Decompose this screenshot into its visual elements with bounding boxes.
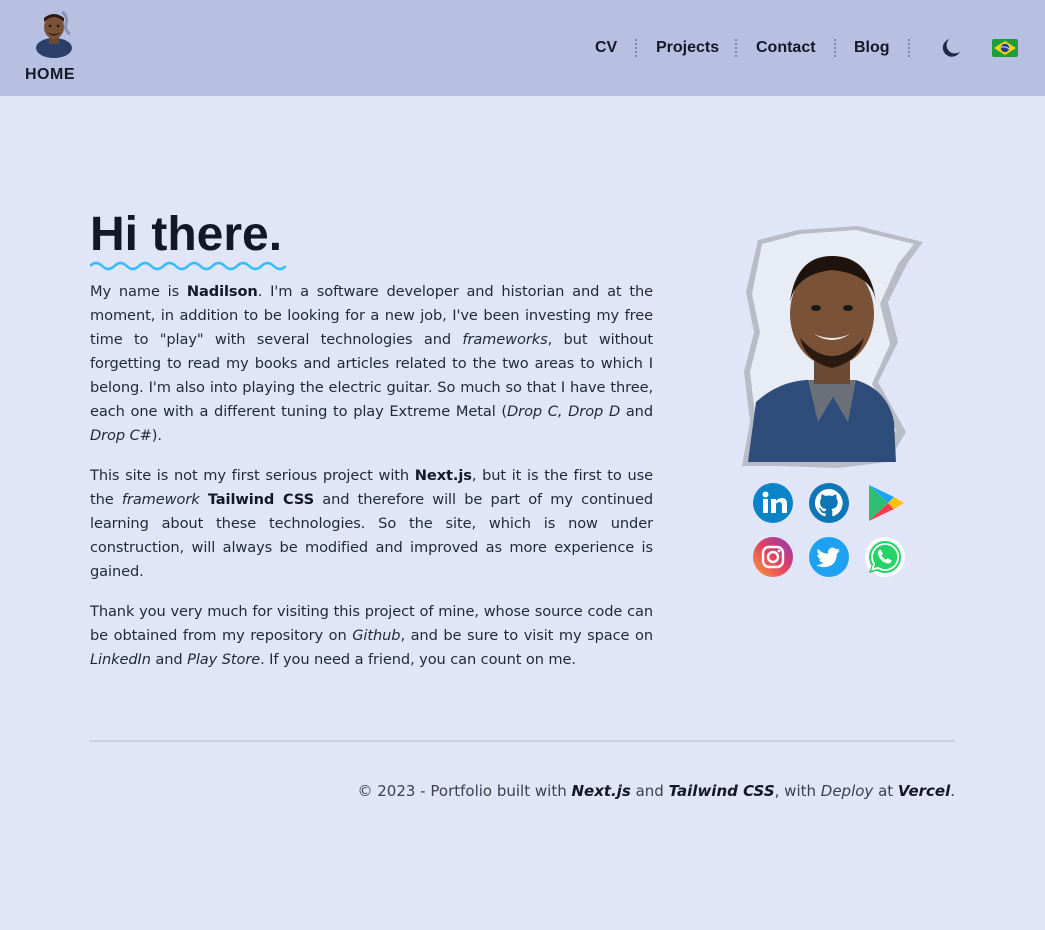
nav-contact[interactable]: Contact [756,36,816,60]
hero-title: Hi there. [90,208,283,261]
bio-paragraph-2: This site is not my first serious projec… [90,467,653,580]
nav-separator [635,39,637,57]
wavy-underline [90,261,286,271]
linkedin-icon[interactable] [752,482,794,524]
nav-separator [908,39,910,57]
twitter-icon[interactable] [808,536,850,578]
site-footer: © 2023 - Portfolio built with Next.js an… [357,782,956,800]
vercel-link[interactable]: Vercel [898,782,950,800]
whatsapp-icon[interactable] [864,536,906,578]
main-nav: CV Projects Contact Blog [0,36,1045,60]
instagram-icon[interactable] [752,536,794,578]
home-label: HOME [25,66,75,83]
nextjs-link[interactable]: Next.js [571,782,630,800]
nav-projects[interactable]: Projects [656,36,719,60]
footer-divider [90,740,955,742]
tailwind-link[interactable]: Tailwind CSS [669,782,775,800]
bio-paragraph-1: My name is Nadilson. I'm a software deve… [90,283,653,444]
github-icon[interactable] [808,482,850,524]
play-store-icon[interactable] [864,482,906,524]
bio-text: My name is Nadilson. I'm a software deve… [90,280,653,688]
profile-photo [742,226,923,468]
brazil-flag-icon[interactable] [992,39,1018,57]
social-links [752,482,912,578]
nav-cv[interactable]: CV [595,36,617,60]
bio-paragraph-3: Thank you very much for visiting this pr… [90,603,654,668]
site-header: HOME CV Projects Contact Blog [0,0,1045,96]
nav-separator [735,39,737,57]
moon-icon[interactable] [940,36,964,60]
nav-separator [834,39,836,57]
nav-blog[interactable]: Blog [854,36,890,60]
